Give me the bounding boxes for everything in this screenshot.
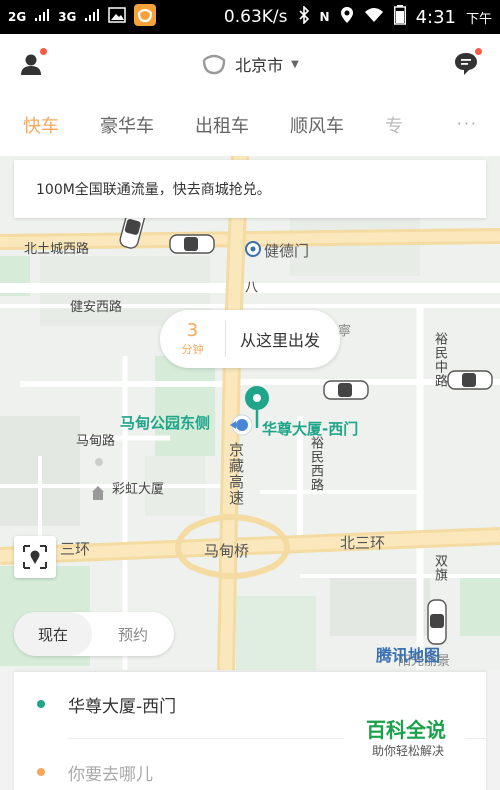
chevron-down-icon: ▼ <box>291 58 299 70</box>
tab-express[interactable]: 快车 <box>23 112 59 138</box>
battery-icon <box>393 5 406 29</box>
watermark-title: 百科全说 <box>366 718 446 742</box>
city-selector[interactable]: 北京市 ▼ <box>201 52 299 76</box>
network-speed: 0.63K/s <box>223 7 288 27</box>
app-header: 北京市 ▼ <box>0 34 500 94</box>
reserve-option[interactable]: 预约 <box>92 624 174 645</box>
didi-logo-icon <box>202 54 226 75</box>
city-name: 北京市 <box>235 56 284 75</box>
locate-icon <box>23 545 47 569</box>
promo-banner[interactable]: 100M全国联通流量，快去商城抢兑。 <box>14 160 486 218</box>
map-label-jiananxilu: 健安西路 <box>70 300 123 315</box>
subway-station-icon <box>245 241 261 257</box>
tab-premier[interactable]: 豪华车 <box>100 112 154 138</box>
notification-dot <box>40 48 47 55</box>
image-notification-icon <box>108 7 127 27</box>
map-label-ba: 八 <box>242 280 257 294</box>
wifi-icon <box>364 7 384 27</box>
eta-value: 3 <box>186 320 199 341</box>
nfc-indicator: N <box>319 10 330 24</box>
map-label-madianqiao: 马甸桥 <box>204 542 250 560</box>
tencent-map-logo: 腾讯地图 <box>376 646 441 665</box>
network-2g-indicator: 2G <box>8 10 27 24</box>
map-canvas <box>0 156 500 670</box>
location-icon <box>340 6 354 28</box>
origin-text: 华尊大厦-西门 <box>68 697 177 717</box>
map-label-madianlu: 马甸路 <box>76 434 116 449</box>
now-option[interactable]: 现在 <box>14 612 92 656</box>
map-label-jiandemen: 健德门 <box>264 242 310 260</box>
signal-icon <box>84 9 100 25</box>
destination-input[interactable]: 你要去哪儿 <box>68 760 153 785</box>
map-label-caihongdasha: 彩虹大厦 <box>112 482 165 497</box>
didi-app-icon <box>134 4 157 30</box>
time-toggle: 现在 预约 <box>14 612 174 656</box>
watermark-subtitle: 助你轻松解决 <box>372 744 445 758</box>
eta-unit: 分钟 <box>181 343 204 356</box>
clock-ampm: 下午 <box>465 11 492 27</box>
more-tabs-button[interactable]: ··· <box>457 114 478 133</box>
bluetooth-icon <box>298 5 310 28</box>
poi-icon <box>95 458 103 466</box>
tab-hitch[interactable]: 顺风车 <box>290 112 344 138</box>
destination-dot-icon <box>37 768 45 776</box>
watermark: 百科全说 助你轻松解决 <box>344 702 466 764</box>
network-3g-indicator: 3G <box>58 10 77 24</box>
service-tabs: 快车 豪华车 出租车 顺风车 专 ··· <box>0 94 500 156</box>
eta-badge: 3 分钟 <box>160 321 226 357</box>
pickup-bubble[interactable]: 3 分钟 从这里出发 <box>160 310 340 368</box>
car-icon <box>427 599 447 645</box>
status-bar: 2G 3G 0.63K/s N 4:31 下午 <box>0 0 500 34</box>
map-view[interactable]: 100M全国联通流量，快去商城抢兑。 北土城西路 健德门 健安西路 八 寧 裕民… <box>0 156 500 670</box>
clock-time: 4:31 <box>415 6 456 28</box>
map-label-beituchenglu: 北土城西路 <box>24 242 90 257</box>
map-label-sanhuan: 三环 <box>60 540 91 558</box>
map-label-yuminxilu: 裕民西路 <box>308 436 323 492</box>
message-button[interactable] <box>452 48 482 78</box>
map-label-shuangqi: 双旗 <box>432 554 447 582</box>
car-icon <box>323 380 369 400</box>
car-icon <box>169 234 215 254</box>
locate-button[interactable] <box>14 536 56 578</box>
pickup-text: 从这里出发 <box>240 331 321 350</box>
notification-dot <box>475 48 482 55</box>
map-label-yuminzhonglu: 裕民中路 <box>432 332 447 388</box>
car-icon <box>447 370 493 390</box>
map-label-madiangongyuan: 马甸公园东侧 <box>120 414 211 432</box>
profile-button[interactable] <box>18 48 50 78</box>
signal-icon <box>34 9 50 25</box>
tab-taxi[interactable]: 出租车 <box>195 112 249 138</box>
map-label-jingzanggaosu: 京藏高速 <box>227 442 245 506</box>
map-label-beisanhuan: 北三环 <box>340 534 386 552</box>
tab-special[interactable]: 专 <box>385 112 403 138</box>
origin-dot-icon <box>37 700 45 708</box>
